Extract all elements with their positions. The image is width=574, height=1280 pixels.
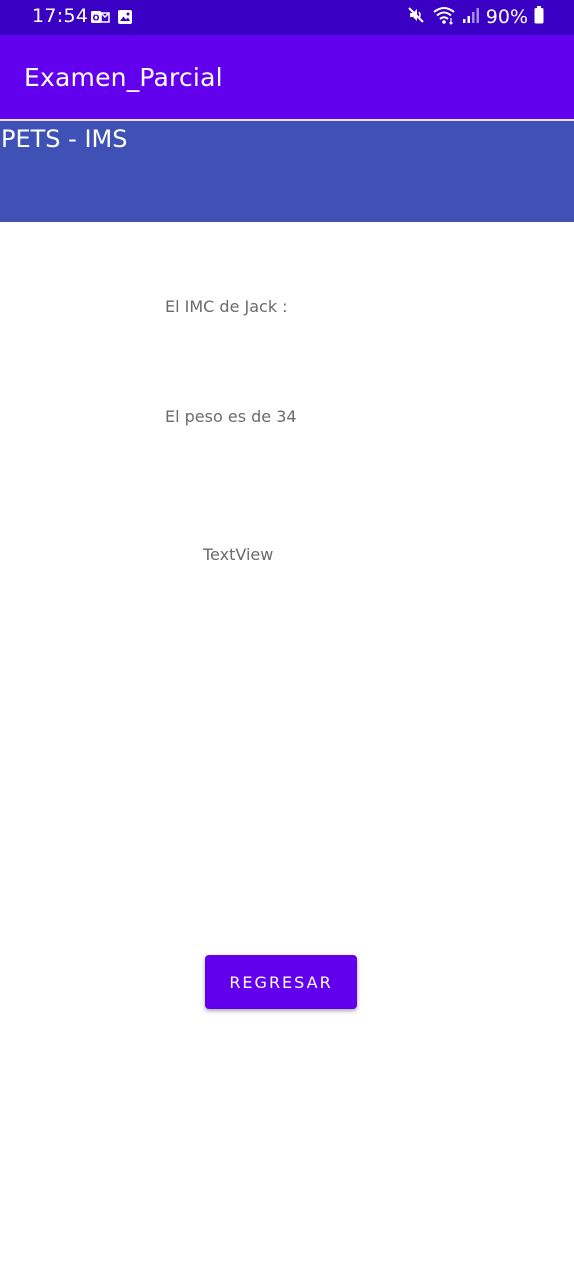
app-title: Examen_Parcial [24, 63, 223, 92]
outlook-icon: O [91, 9, 110, 29]
status-bar: 17:54 O 90% [0, 0, 574, 35]
imc-result-text: El IMC de Jack : [165, 297, 288, 316]
battery-icon [534, 6, 544, 28]
app-bar: Examen_Parcial [0, 35, 574, 119]
status-time: 17:54 [32, 5, 89, 27]
signal-icon [462, 6, 480, 28]
battery-percent: 90% [485, 6, 528, 28]
weight-text: El peso es de 34 [165, 407, 297, 426]
status-left-icons: O [91, 9, 133, 29]
header-banner: PETS - IMS [0, 121, 574, 222]
gallery-icon [117, 9, 133, 29]
mute-icon [406, 5, 426, 29]
back-button[interactable]: REGRESAR [205, 955, 357, 1009]
wifi-icon [432, 5, 456, 29]
placeholder-textview: TextView [203, 545, 274, 564]
header-title: PETS - IMS [1, 125, 128, 153]
svg-text:O: O [93, 14, 100, 23]
status-right-icons: 90% [406, 5, 544, 29]
